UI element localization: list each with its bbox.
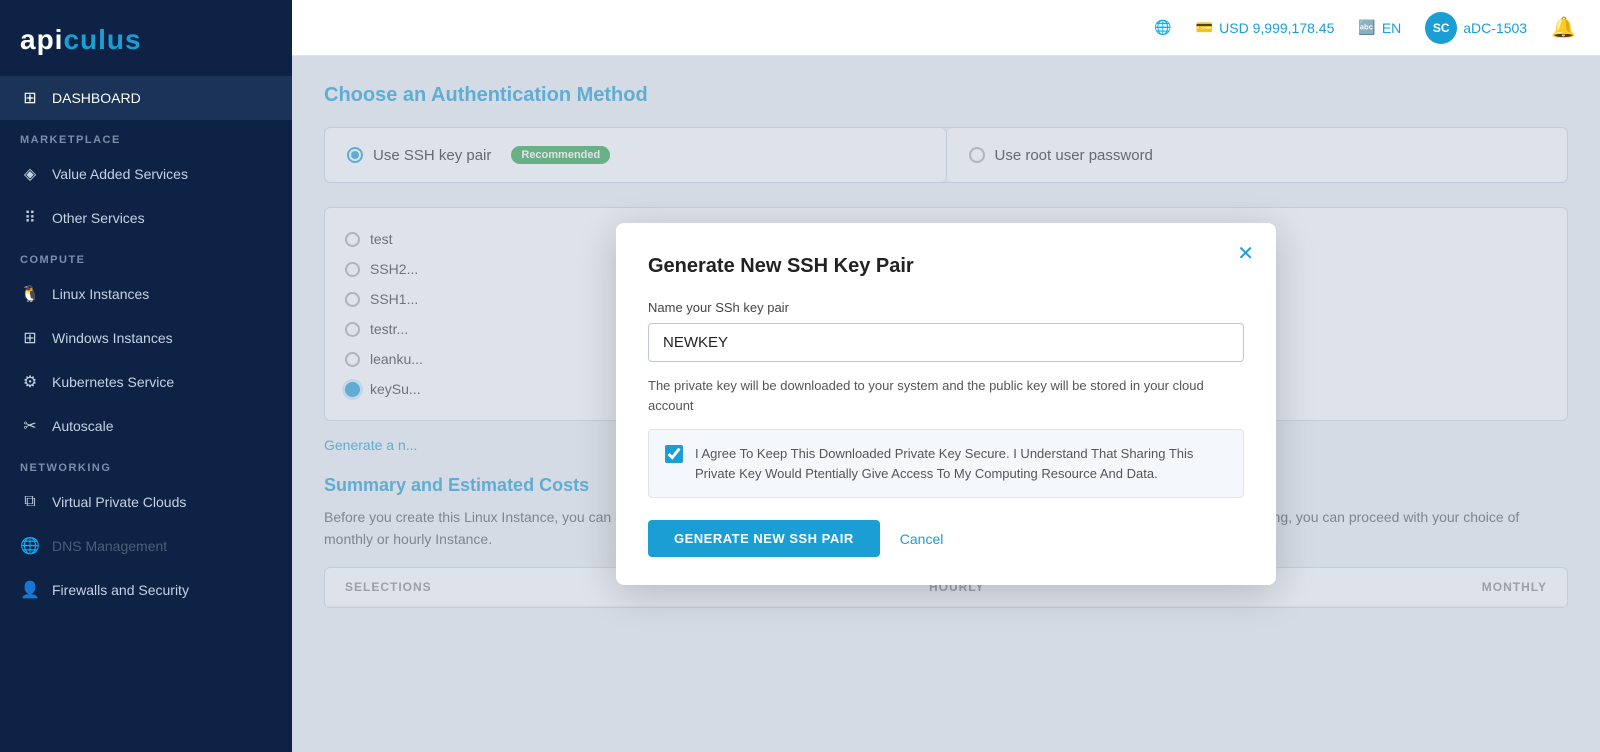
- modal-overlay: Generate New SSH Key Pair ✕ Name your SS…: [292, 56, 1600, 752]
- sidebar-item-linux-instances[interactable]: 🐧 Linux Instances: [0, 272, 292, 316]
- topbar-globe[interactable]: 🌐: [1154, 19, 1171, 36]
- sidebar-item-autoscale[interactable]: ✂ Autoscale: [0, 404, 292, 448]
- topbar-notifications[interactable]: 🔔: [1551, 15, 1576, 40]
- logo-text: apiculus: [20, 24, 142, 56]
- dashboard-icon: ⊞: [20, 88, 40, 108]
- modal-agree-box: I Agree To Keep This Downloaded Private …: [648, 429, 1244, 498]
- vpc-icon: ⧉: [20, 492, 40, 512]
- topbar-account[interactable]: SC aDC-1503: [1425, 12, 1527, 44]
- modal-key-name-label: Name your SSh key pair: [648, 300, 1244, 315]
- sidebar-item-dashboard[interactable]: ⊞ DASHBOARD: [0, 76, 292, 120]
- modal-agree-checkbox[interactable]: [665, 445, 683, 463]
- firewall-icon: 👤: [20, 580, 40, 600]
- avatar: SC: [1425, 12, 1457, 44]
- account-name: aDC-1503: [1463, 20, 1527, 36]
- sidebar-item-label: DASHBOARD: [52, 90, 141, 106]
- autoscale-icon: ✂: [20, 416, 40, 436]
- sidebar-item-dns[interactable]: 🌐 DNS Management: [0, 524, 292, 568]
- balance-icon: 💳: [1196, 19, 1213, 36]
- sidebar-item-label: Other Services: [52, 210, 145, 226]
- topbar-language[interactable]: 🔤 EN: [1358, 19, 1401, 36]
- sidebar-item-label: Firewalls and Security: [52, 582, 189, 598]
- modal-close-button[interactable]: ✕: [1237, 241, 1254, 266]
- main-content: 🌐 💳 USD 9,999,178.45 🔤 EN SC aDC-1503 🔔 …: [292, 0, 1600, 752]
- networking-section-label: NETWORKING: [0, 448, 292, 480]
- value-added-services-icon: ◈: [20, 164, 40, 184]
- sidebar-item-label: Virtual Private Clouds: [52, 494, 186, 510]
- sidebar-item-label: Autoscale: [52, 418, 113, 434]
- sidebar-item-label: Linux Instances: [52, 286, 149, 302]
- dns-icon: 🌐: [20, 536, 40, 556]
- topbar-balance[interactable]: 💳 USD 9,999,178.45: [1196, 19, 1335, 36]
- modal-actions: GENERATE NEW SSH PAIR Cancel: [648, 520, 1244, 557]
- sidebar-item-vpc[interactable]: ⧉ Virtual Private Clouds: [0, 480, 292, 524]
- sidebar-item-firewalls[interactable]: 👤 Firewalls and Security: [0, 568, 292, 612]
- balance-value: USD 9,999,178.45: [1219, 20, 1334, 36]
- modal-key-name-input[interactable]: [648, 323, 1244, 362]
- sidebar-item-windows-instances[interactable]: ⊞ Windows Instances: [0, 316, 292, 360]
- page-content: Choose an Authentication Method Use SSH …: [292, 56, 1600, 752]
- cancel-button[interactable]: Cancel: [900, 531, 944, 547]
- sidebar-item-value-added-services[interactable]: ◈ Value Added Services: [0, 152, 292, 196]
- topbar: 🌐 💳 USD 9,999,178.45 🔤 EN SC aDC-1503 🔔: [292, 0, 1600, 56]
- compute-section-label: COMPUTE: [0, 240, 292, 272]
- modal-info-text: The private key will be downloaded to yo…: [648, 376, 1244, 415]
- sidebar-item-kubernetes[interactable]: ⚙ Kubernetes Service: [0, 360, 292, 404]
- sidebar-item-label: Kubernetes Service: [52, 374, 174, 390]
- language-value: EN: [1382, 20, 1401, 36]
- sidebar-item-other-services[interactable]: ⠿ Other Services: [0, 196, 292, 240]
- linux-icon: 🐧: [20, 284, 40, 304]
- language-icon: 🔤: [1358, 19, 1375, 36]
- bell-icon: 🔔: [1551, 15, 1576, 40]
- globe-icon: 🌐: [1154, 19, 1171, 36]
- sidebar-item-label: Value Added Services: [52, 166, 188, 182]
- sidebar-logo: apiculus: [0, 0, 292, 76]
- kubernetes-icon: ⚙: [20, 372, 40, 392]
- modal: Generate New SSH Key Pair ✕ Name your SS…: [616, 223, 1276, 585]
- modal-title: Generate New SSH Key Pair: [648, 255, 1244, 278]
- sidebar-item-label: DNS Management: [52, 538, 167, 554]
- marketplace-section-label: MARKETPLACE: [0, 120, 292, 152]
- windows-icon: ⊞: [20, 328, 40, 348]
- generate-ssh-button[interactable]: GENERATE NEW SSH PAIR: [648, 520, 880, 557]
- modal-agree-text: I Agree To Keep This Downloaded Private …: [695, 444, 1227, 483]
- sidebar: apiculus ⊞ DASHBOARD MARKETPLACE ◈ Value…: [0, 0, 292, 752]
- other-services-icon: ⠿: [20, 208, 40, 228]
- sidebar-item-label: Windows Instances: [52, 330, 173, 346]
